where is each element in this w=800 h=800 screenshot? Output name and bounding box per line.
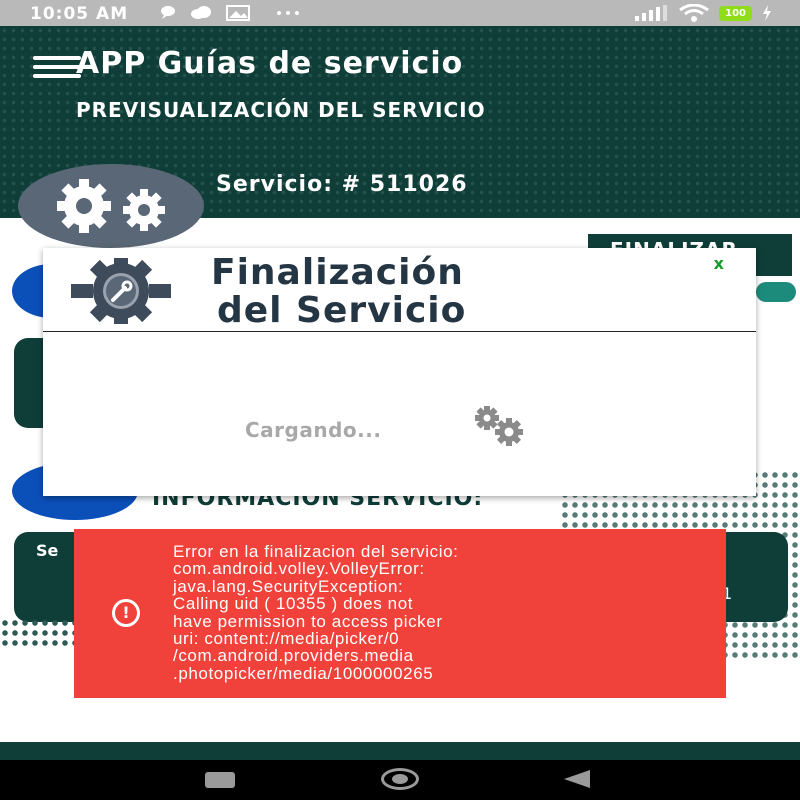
status-bar: 10:05 AM 100 — [0, 0, 800, 26]
more-icon — [277, 11, 299, 15]
charging-icon — [763, 5, 771, 21]
image-icon — [226, 5, 250, 21]
error-message: Error en la finalizacion del servicio: c… — [173, 542, 459, 683]
gears-avatar — [18, 164, 204, 248]
footer-strip — [0, 742, 800, 760]
finalization-dialog: Finalización del Servicio x Cargando... — [43, 248, 756, 496]
dialog-title: Finalización del Servicio — [211, 254, 466, 330]
status-time: 10:05 AM — [30, 4, 129, 24]
dialog-title-line1: Finalización — [211, 252, 464, 293]
back-icon[interactable] — [564, 770, 590, 788]
error-toast: ! Error en la finalizacion del servicio:… — [74, 529, 726, 698]
close-icon[interactable]: x — [714, 254, 724, 273]
gear-wrench-icon — [71, 258, 171, 324]
navigation-bar — [0, 760, 800, 800]
loading-gears-icon — [475, 406, 523, 446]
signal-icon — [635, 5, 668, 21]
status-right: 100 — [633, 4, 772, 22]
home-icon[interactable] — [381, 768, 419, 790]
cloud-icon — [191, 6, 211, 19]
toggle-indicator — [756, 282, 796, 302]
menu-icon[interactable] — [33, 56, 81, 78]
dialog-header: Finalización del Servicio x — [43, 248, 756, 332]
chat-icon — [161, 6, 175, 19]
loading-text: Cargando... — [245, 418, 382, 442]
service-number: Servicio: # 511026 — [216, 172, 468, 197]
gears-icon — [57, 179, 165, 233]
error-icon: ! — [112, 599, 140, 627]
dialog-title-line2: del Servicio — [217, 290, 467, 331]
app-title: APP Guías de servicio — [76, 46, 464, 81]
battery-icon: 100 — [719, 5, 752, 21]
wifi-icon — [679, 4, 709, 22]
decorative-dots-left — [0, 618, 80, 648]
page-subtitle: PREVISUALIZACIÓN DEL SERVICIO — [76, 98, 486, 122]
background-card-label: Se — [36, 541, 59, 560]
recent-apps-icon[interactable] — [205, 772, 235, 788]
